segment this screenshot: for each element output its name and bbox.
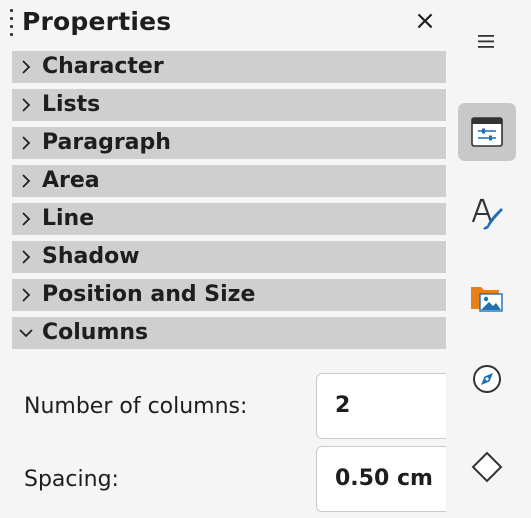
drag-handle-icon[interactable] bbox=[10, 9, 14, 37]
number-of-columns-label: Number of columns: bbox=[24, 394, 248, 419]
section-list: Character Lists Paragraph Area Line Shad… bbox=[12, 51, 446, 355]
section-label: Columns bbox=[42, 320, 149, 345]
properties-panel: Properties × Character Lists Paragraph A… bbox=[0, 0, 456, 518]
section-label: Line bbox=[42, 206, 95, 231]
chevron-right-icon bbox=[22, 250, 31, 264]
tab-properties[interactable] bbox=[458, 103, 516, 161]
chevron-right-icon bbox=[22, 60, 31, 74]
close-button[interactable]: × bbox=[410, 4, 440, 38]
chevron-down-icon bbox=[19, 329, 33, 338]
spacing-field[interactable]: 0.50 cm bbox=[316, 446, 456, 512]
section-character[interactable]: Character bbox=[12, 51, 446, 83]
shapes-icon bbox=[471, 451, 503, 483]
section-paragraph[interactable]: Paragraph bbox=[12, 127, 446, 159]
section-area[interactable]: Area bbox=[12, 165, 446, 197]
section-position-and-size[interactable]: Position and Size bbox=[12, 279, 446, 311]
tab-styles[interactable] bbox=[458, 185, 516, 243]
section-lists[interactable]: Lists bbox=[12, 89, 446, 121]
section-label: Lists bbox=[42, 92, 101, 117]
chevron-right-icon bbox=[22, 98, 31, 112]
properties-icon bbox=[471, 117, 503, 147]
section-columns[interactable]: Columns bbox=[12, 317, 446, 349]
sidebar-menu-button[interactable] bbox=[458, 12, 516, 70]
spacing-label: Spacing: bbox=[24, 467, 119, 492]
navigator-icon bbox=[473, 365, 501, 393]
panel-title: Properties bbox=[22, 7, 172, 36]
tab-gallery[interactable] bbox=[458, 268, 516, 326]
number-of-columns-value: 2 bbox=[335, 393, 351, 418]
section-shadow[interactable]: Shadow bbox=[12, 241, 446, 273]
section-label: Shadow bbox=[42, 244, 140, 269]
section-label: Position and Size bbox=[42, 282, 256, 307]
chevron-right-icon bbox=[22, 212, 31, 226]
section-label: Character bbox=[42, 54, 164, 79]
hamburger-menu-icon bbox=[478, 35, 494, 48]
sidebar-tab-bar bbox=[446, 0, 531, 518]
section-line[interactable]: Line bbox=[12, 203, 446, 235]
chevron-right-icon bbox=[22, 136, 31, 150]
tab-shapes[interactable] bbox=[458, 438, 516, 496]
section-label: Paragraph bbox=[42, 130, 171, 155]
number-of-columns-field[interactable]: 2 bbox=[316, 373, 456, 439]
tab-navigator[interactable] bbox=[458, 350, 516, 408]
gallery-icon bbox=[471, 287, 503, 312]
section-label: Area bbox=[42, 168, 100, 193]
panel-titlebar: Properties × bbox=[0, 0, 446, 46]
spacing-value: 0.50 cm bbox=[335, 466, 433, 491]
chevron-right-icon bbox=[22, 174, 31, 188]
styles-icon bbox=[471, 198, 503, 230]
chevron-right-icon bbox=[22, 288, 31, 302]
